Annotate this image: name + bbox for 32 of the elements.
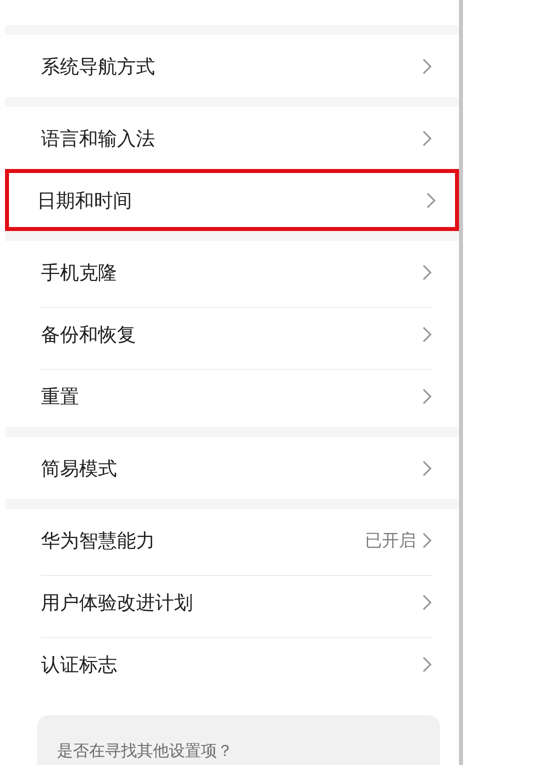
chevron-icon	[422, 594, 432, 611]
chevron-icon	[426, 192, 436, 209]
item-label: 重置	[41, 384, 80, 410]
chevron-icon	[422, 532, 432, 549]
item-label: 用户体验改进计划	[41, 590, 194, 616]
settings-item[interactable]: 系统导航方式	[5, 35, 459, 97]
chevron-icon	[422, 58, 432, 75]
item-label: 日期和时间	[37, 188, 133, 214]
settings-item[interactable]: 日期和时间	[5, 169, 459, 231]
settings-item[interactable]: 语言和输入法	[5, 107, 459, 169]
settings-item[interactable]: 认证标志	[5, 633, 459, 695]
settings-item[interactable]: 华为智慧能力 已开启	[5, 509, 459, 571]
chevron-icon	[422, 326, 432, 343]
settings-item[interactable]: 手机克隆	[5, 241, 459, 303]
item-label: 手机克隆	[41, 260, 118, 286]
item-label: 备份和恢复	[41, 322, 137, 348]
settings-item[interactable]: 简易模式	[5, 437, 459, 499]
chevron-icon	[422, 656, 432, 673]
item-label: 简易模式	[41, 456, 118, 482]
item-value: 已开启	[365, 530, 416, 552]
settings-item[interactable]: 重置	[5, 365, 459, 427]
suggestion-text: 是否在寻找其他设置项？	[57, 741, 233, 762]
chevron-icon	[422, 130, 432, 147]
item-label: 华为智慧能力	[41, 528, 156, 554]
chevron-icon	[422, 460, 432, 477]
settings-item[interactable]: 备份和恢复	[5, 303, 459, 365]
chevron-icon	[422, 264, 432, 281]
settings-item[interactable]: 用户体验改进计划	[5, 571, 459, 633]
item-label: 语言和输入法	[41, 126, 156, 152]
chevron-icon	[422, 388, 432, 405]
item-label: 系统导航方式	[41, 54, 156, 80]
item-label: 认证标志	[41, 652, 118, 678]
